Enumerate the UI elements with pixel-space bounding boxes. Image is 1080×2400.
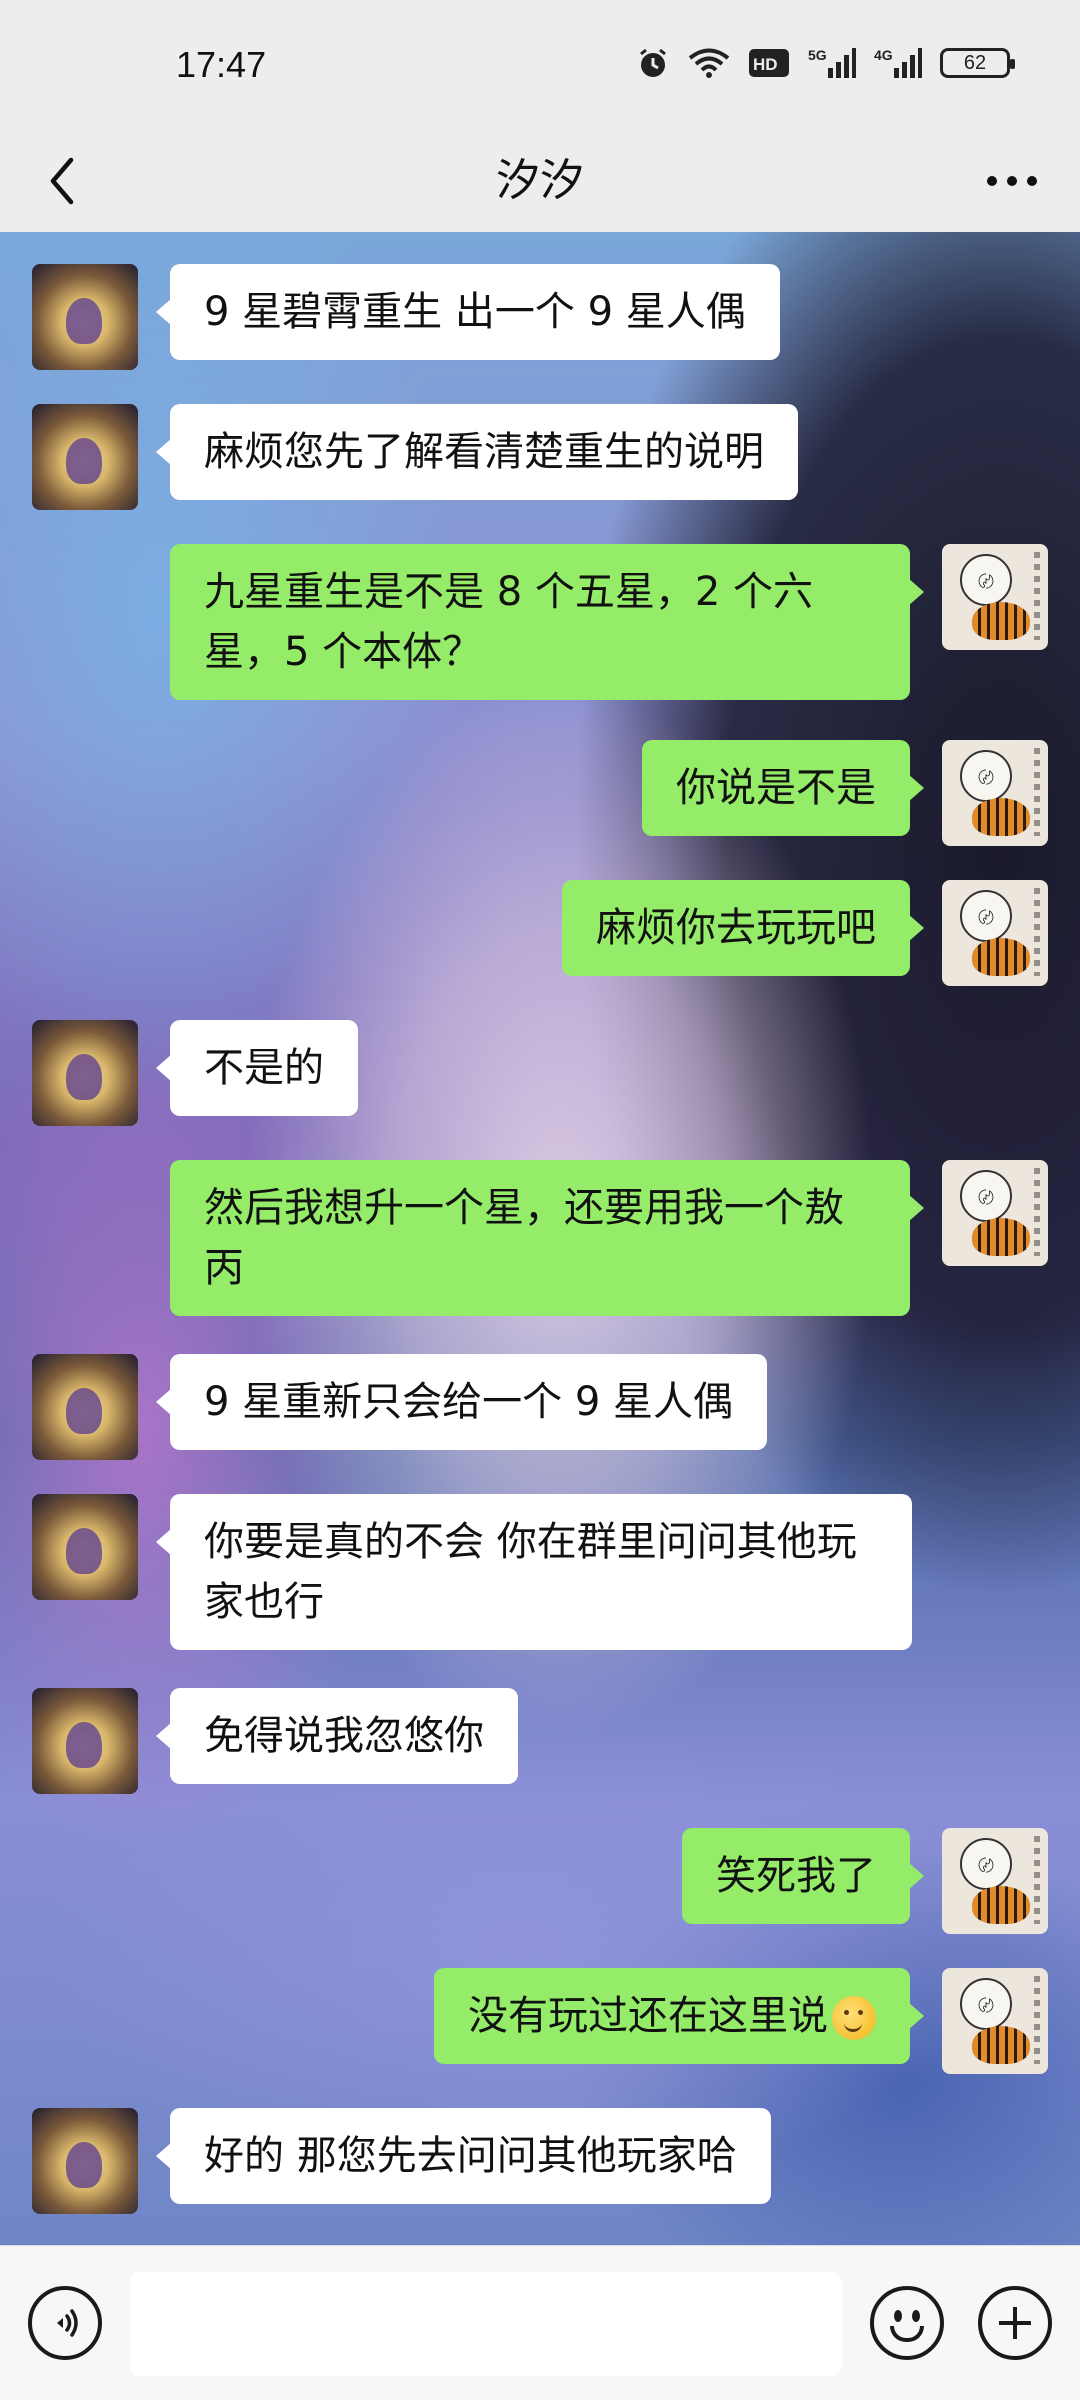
more-dot <box>987 176 997 186</box>
message-input[interactable] <box>130 2272 842 2376</box>
message-text: 好的 那您先去问问其他玩家哈 <box>204 2133 737 2179</box>
calligraphy-strip <box>1034 1168 1040 1256</box>
battery-icon: 62 <box>940 48 1015 78</box>
message-text: 笑死我了 <box>716 1853 876 1899</box>
avatar-stamp: 〄 <box>960 890 1012 942</box>
hd-icon: HD <box>749 49 789 77</box>
user-avatar[interactable]: 〄 <box>942 880 1048 986</box>
message-text: 9 星碧霄重生 出一个 9 星人偶 <box>204 289 746 335</box>
user-avatar[interactable]: 〄 <box>942 1828 1048 1934</box>
status-time: 17:47 <box>176 44 267 85</box>
signal-5g-label: 5G <box>808 47 827 63</box>
user-avatar[interactable]: 〄 <box>942 1160 1048 1266</box>
avatar-stamp: 〄 <box>960 1170 1012 1222</box>
message-bubble[interactable]: 9 星碧霄重生 出一个 9 星人偶 <box>156 264 780 360</box>
calligraphy-strip <box>1034 748 1040 836</box>
user-avatar[interactable]: 〄 <box>942 544 1048 650</box>
chat-title: 汐汐 <box>496 155 584 206</box>
tiger-picture <box>972 1886 1030 1924</box>
message-text: 然后我想升一个星，还要用我一个敖丙 <box>204 1185 844 1291</box>
calligraphy-strip <box>1034 552 1040 640</box>
message-bubble[interactable]: 麻烦你去玩玩吧 <box>562 880 924 976</box>
contact-avatar[interactable] <box>32 264 138 370</box>
signal-4g-icon: 4G <box>874 47 922 78</box>
contact-avatar[interactable] <box>32 404 138 510</box>
calligraphy-strip <box>1034 1836 1040 1924</box>
user-avatar[interactable]: 〄 <box>942 740 1048 846</box>
hd-label: HD <box>753 55 778 74</box>
message-bubble[interactable]: 九星重生是不是 8 个五星，2 个六星，5 个本体？ <box>170 544 924 700</box>
emoji-eye <box>894 2310 902 2322</box>
nav-bar: 汐汐 <box>0 130 1080 232</box>
emoji-mouth <box>890 2326 924 2342</box>
plus-button[interactable] <box>978 2286 1052 2360</box>
contact-avatar[interactable] <box>32 1020 138 1126</box>
avatar-stamp: 〄 <box>960 554 1012 606</box>
tiger-picture <box>972 938 1030 976</box>
tiger-picture <box>972 1218 1030 1256</box>
avatar-stamp: 〄 <box>960 750 1012 802</box>
message-bubble[interactable]: 你要是真的不会 你在群里问问其他玩家也行 <box>156 1494 912 1650</box>
emoji-button[interactable] <box>870 2286 944 2360</box>
status-bar: 17:47 HD 5G 4G 62 <box>0 0 1080 130</box>
chat-screen: 17:47 HD 5G 4G 62 汐汐 9 星碧霄重生 出一个 9 星人偶 麻… <box>0 0 1080 2400</box>
message-bubble[interactable]: 9 星重新只会给一个 9 星人偶 <box>155 1354 768 1450</box>
message-bubble[interactable]: 麻烦您先了解看清楚重生的说明 <box>156 404 798 500</box>
message-bubble[interactable]: 没有玩过还在这里说 <box>434 1968 924 2064</box>
contact-avatar[interactable] <box>32 1354 138 1460</box>
message-text: 没有玩过还在这里说 <box>468 1993 828 2039</box>
message-bubble[interactable]: 好的 那您先去问问其他玩家哈 <box>156 2108 771 2204</box>
message-text: 你要是真的不会 你在群里问问其他玩家也行 <box>204 1519 857 1625</box>
message-bubble[interactable]: 你说是不是 <box>642 740 924 836</box>
status-icons: HD 5G 4G 62 <box>636 46 1015 80</box>
message-bubble[interactable]: 然后我想升一个星，还要用我一个敖丙 <box>170 1160 924 1316</box>
message-text: 免得说我忽悠你 <box>204 1713 484 1759</box>
battery-level: 62 <box>963 51 987 74</box>
more-dot <box>1027 176 1037 186</box>
more-dot <box>1007 176 1017 186</box>
thinking-face-emoji-icon <box>832 1996 876 2040</box>
calligraphy-strip <box>1034 1976 1040 2064</box>
contact-avatar[interactable] <box>32 2108 138 2214</box>
voice-button[interactable] <box>28 2286 102 2360</box>
calligraphy-strip <box>1034 888 1040 976</box>
contact-avatar[interactable] <box>32 1688 138 1794</box>
wifi-icon <box>688 48 730 78</box>
tiger-picture <box>972 798 1030 836</box>
message-bubble[interactable]: 笑死我了 <box>682 1828 924 1924</box>
alarm-icon <box>640 48 666 77</box>
message-bubble[interactable]: 不是的 <box>156 1020 358 1116</box>
tiger-picture <box>972 2026 1030 2064</box>
input-bar <box>0 2245 1080 2400</box>
message-text: 9 星重新只会给一个 9 星人偶 <box>204 1379 734 1425</box>
message-text: 麻烦你去玩玩吧 <box>596 905 876 951</box>
emoji-eye <box>912 2310 920 2322</box>
message-text: 你说是不是 <box>676 765 876 811</box>
message-text: 麻烦您先了解看清楚重生的说明 <box>204 429 764 475</box>
message-bubble[interactable]: 免得说我忽悠你 <box>156 1688 518 1784</box>
signal-5g-icon: 5G <box>808 47 856 78</box>
contact-avatar[interactable] <box>32 1494 138 1600</box>
user-avatar[interactable]: 〄 <box>942 1968 1048 2074</box>
more-button[interactable] <box>972 146 1052 216</box>
signal-4g-label: 4G <box>874 47 893 63</box>
voice-icon <box>57 2309 78 2337</box>
tiger-picture <box>972 602 1030 640</box>
message-text: 不是的 <box>204 1045 324 1091</box>
message-list[interactable]: 9 星碧霄重生 出一个 9 星人偶 麻烦您先了解看清楚重生的说明 九星重生是不是… <box>0 232 1080 2245</box>
avatar-stamp: 〄 <box>960 1978 1012 2030</box>
message-text: 九星重生是不是 8 个五星，2 个六星，5 个本体？ <box>204 569 814 675</box>
avatar-stamp: 〄 <box>960 1838 1012 1890</box>
